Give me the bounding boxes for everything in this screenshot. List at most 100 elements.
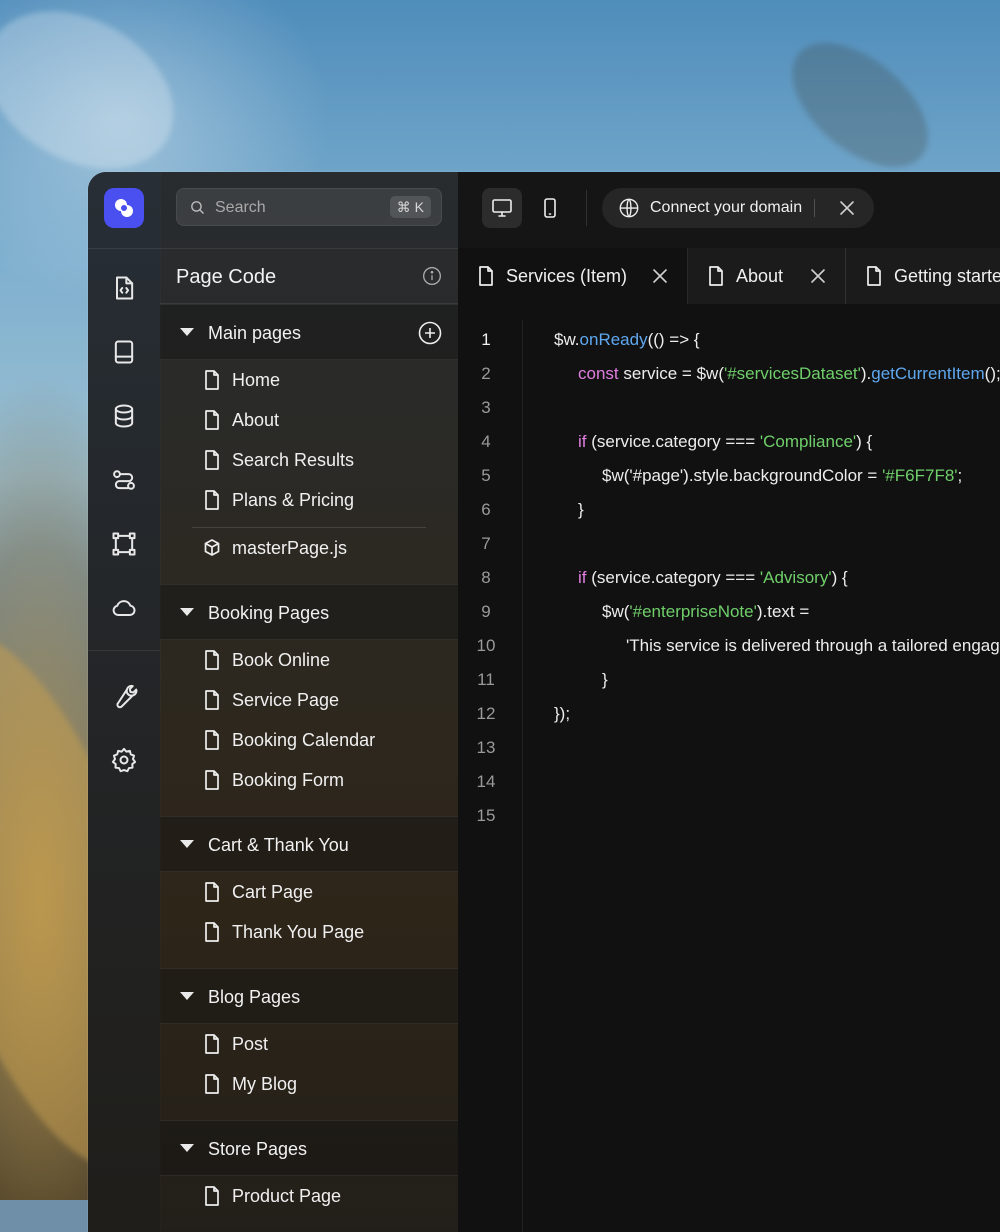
code-line[interactable]: } xyxy=(602,670,608,690)
page-item-label: Book Online xyxy=(232,650,331,670)
line-number: 6 xyxy=(481,500,491,519)
tab-services-item[interactable]: Services (Item) xyxy=(458,248,688,305)
info-icon[interactable] xyxy=(422,266,442,286)
section-main-pages[interactable]: Main pages xyxy=(160,304,458,360)
page-item-label: Post xyxy=(232,1034,269,1054)
page-item-about[interactable]: About xyxy=(160,400,458,440)
code-line[interactable]: const service = $w('#servicesDataset').g… xyxy=(578,364,1000,384)
add-page-icon[interactable] xyxy=(418,321,442,345)
caret-down-icon xyxy=(180,840,194,848)
code-token: $w. xyxy=(554,330,580,349)
section-label: Store Pages xyxy=(208,1139,308,1159)
file-icon xyxy=(204,882,220,902)
file-icon xyxy=(204,690,220,710)
code-line[interactable]: $w.onReady(() => { xyxy=(554,330,700,350)
database-icon[interactable] xyxy=(108,400,140,432)
caret-down-icon xyxy=(180,608,194,616)
divider xyxy=(88,248,160,249)
page-item-master-page[interactable]: masterPage.js xyxy=(160,528,458,568)
code-token: ) { xyxy=(856,432,873,451)
code-line[interactable]: 'This service is delivered through a tai… xyxy=(626,636,1000,656)
page-item-label: Booking Form xyxy=(232,770,345,790)
code-token: '#F6F7F8' xyxy=(882,466,958,485)
desktop-view-button[interactable] xyxy=(482,188,522,228)
line-number: 7 xyxy=(481,534,491,553)
file-icon xyxy=(204,650,220,670)
code-token: }); xyxy=(554,704,571,723)
line-number: 5 xyxy=(481,466,491,485)
section-label: Cart & Thank You xyxy=(208,835,349,855)
section-blog-pages[interactable]: Blog Pages xyxy=(160,968,458,1024)
line-number: 15 xyxy=(476,806,496,825)
gutter-divider xyxy=(522,320,523,1232)
code-token: 'Advisory' xyxy=(759,568,832,587)
code-token: ). xyxy=(860,364,872,383)
page-item-service-page[interactable]: Service Page xyxy=(160,680,458,720)
page-item-search-results[interactable]: Search Results xyxy=(160,440,458,480)
code-token: if xyxy=(578,568,587,587)
editor-topbar: Connect your domain xyxy=(458,172,1000,249)
connect-domain-button[interactable]: Connect your domain xyxy=(602,188,874,228)
code-line[interactable]: }); xyxy=(554,704,570,724)
caret-down-icon xyxy=(180,1144,194,1152)
page-item-label: Cart Page xyxy=(232,882,314,902)
code-line[interactable]: if (service.category === 'Compliance') { xyxy=(578,432,872,452)
file-icon xyxy=(204,490,220,510)
section-store-pages[interactable]: Store Pages xyxy=(160,1120,458,1176)
line-number: 12 xyxy=(476,704,496,723)
close-icon[interactable] xyxy=(652,268,668,284)
section-label: Booking Pages xyxy=(208,603,330,623)
code-line[interactable]: $w('#enterpriseNote').text = xyxy=(602,602,809,622)
frame-icon[interactable] xyxy=(108,528,140,560)
page-item-booking-form[interactable]: Booking Form xyxy=(160,760,458,800)
page-item-booking-calendar[interactable]: Booking Calendar xyxy=(160,720,458,760)
tab-about[interactable]: About xyxy=(688,248,846,304)
book-icon[interactable] xyxy=(108,336,140,368)
line-number: 3 xyxy=(481,398,491,417)
flow-icon[interactable] xyxy=(108,464,140,496)
code-line[interactable]: if (service.category === 'Advisory') { xyxy=(578,568,848,588)
page-item-label: Plans & Pricing xyxy=(232,490,355,510)
file-icon xyxy=(478,266,494,286)
page-item-product-page[interactable]: Product Page xyxy=(160,1176,458,1216)
section-booking-pages[interactable]: Booking Pages xyxy=(160,584,458,640)
gear-icon[interactable] xyxy=(108,744,140,776)
file-tabs: Services (Item) About Getting started xyxy=(458,248,1000,305)
app-logo-icon[interactable] xyxy=(104,188,144,228)
cloud-icon[interactable] xyxy=(108,592,140,624)
close-icon[interactable] xyxy=(810,268,826,284)
code-token: $w( xyxy=(602,602,630,621)
section-cart-thank-you[interactable]: Cart & Thank You xyxy=(160,816,458,872)
code-line[interactable]: $w('#page').style.backgroundColor = '#F6… xyxy=(602,466,962,486)
wrench-icon[interactable] xyxy=(108,680,140,712)
tab-label: Getting started xyxy=(894,266,1000,286)
search-icon xyxy=(191,201,205,215)
file-icon xyxy=(204,1074,220,1094)
page-item-book-online[interactable]: Book Online xyxy=(160,640,458,680)
line-number: 10 xyxy=(476,636,496,655)
code-file-icon[interactable] xyxy=(108,272,140,304)
page-item-label: Service Page xyxy=(232,690,340,710)
page-item-cart-page[interactable]: Cart Page xyxy=(160,872,458,912)
file-icon xyxy=(204,1034,220,1054)
code-editor[interactable]: 1 2 3 4 5 6 7 8 9 10 11 12 13 14 15 $w.onReady(() => {… xyxy=(458,304,1000,1232)
page-item-home[interactable]: Home xyxy=(160,360,458,400)
search-input[interactable]: Search ⌘ K xyxy=(176,188,442,226)
line-number: 8 xyxy=(481,568,491,587)
code-token: ).text = xyxy=(756,602,810,621)
page-item-thank-you-page[interactable]: Thank You Page xyxy=(160,912,458,952)
caret-down-icon xyxy=(180,992,194,1000)
page-item-post[interactable]: Post xyxy=(160,1024,458,1064)
tab-getting-started[interactable]: Getting started xyxy=(846,248,1000,304)
close-icon[interactable] xyxy=(838,199,856,217)
page-item-label: Home xyxy=(232,370,281,390)
mobile-view-button[interactable] xyxy=(530,188,570,228)
file-icon xyxy=(204,370,220,390)
page-item-label: My Blog xyxy=(232,1074,298,1094)
page-item-my-blog[interactable]: My Blog xyxy=(160,1064,458,1104)
line-number: 9 xyxy=(481,602,491,621)
page-item-plans-pricing[interactable]: Plans & Pricing xyxy=(160,480,458,520)
editor-window: Search ⌘ K Page Code Main pages Home Abo… xyxy=(88,172,1000,1232)
code-line[interactable]: } xyxy=(578,500,584,520)
panel-title: Page Code xyxy=(176,266,277,288)
